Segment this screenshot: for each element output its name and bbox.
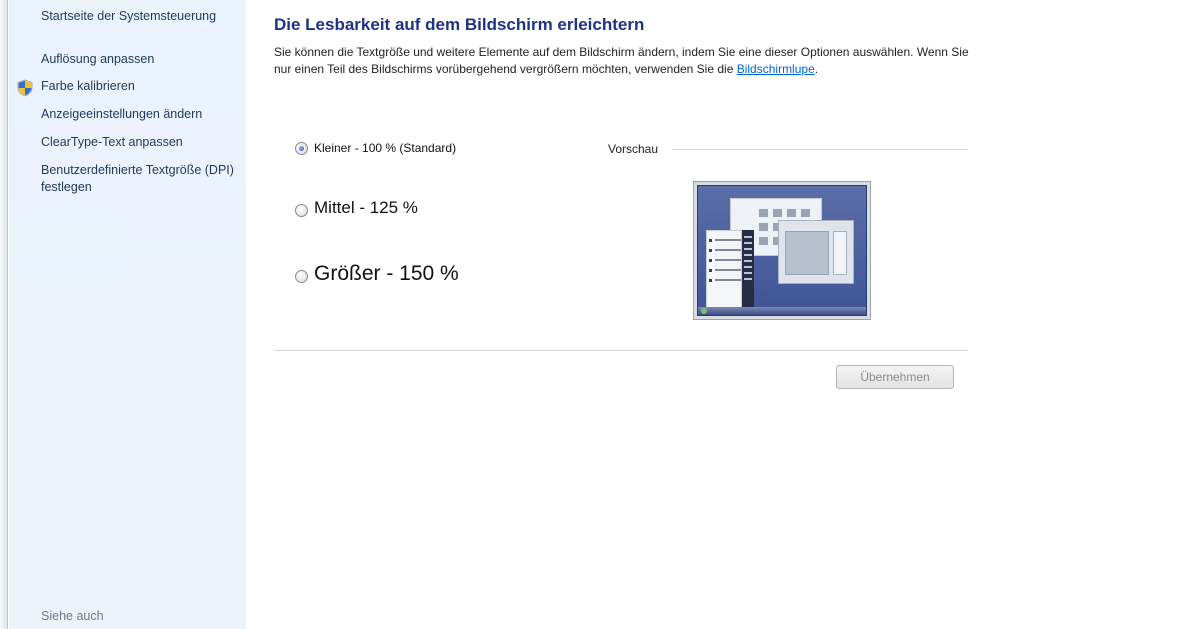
option-small[interactable]: Kleiner - 100 % (Standard): [295, 141, 456, 155]
page-description: Sie können die Textgröße und weitere Ele…: [274, 44, 974, 78]
option-small-label: Kleiner - 100 % (Standard): [314, 141, 457, 155]
preview-label: Vorschau: [608, 142, 659, 156]
description-text: Sie können die Textgröße und weitere Ele…: [274, 45, 969, 76]
preview-image: [693, 181, 871, 320]
radio-large[interactable]: [295, 269, 308, 283]
preview-taskbar: [698, 307, 866, 315]
sidebar-home-link[interactable]: Startseite der Systemsteuerung: [41, 8, 216, 25]
sidebar-item-custom-dpi[interactable]: Benutzerdefinierte Textgröße (DPI) festl…: [41, 162, 236, 196]
sidebar-item-display-settings[interactable]: Anzeigeeinstellungen ändern: [41, 106, 202, 123]
preview-desktop: [697, 185, 867, 316]
main-content: Die Lesbarkeit auf dem Bildschirm erleic…: [246, 0, 1200, 629]
preview-start-orb-icon: [701, 308, 707, 314]
description-end: .: [814, 62, 819, 76]
preview-window-front: [778, 220, 854, 284]
window-frame-left: [0, 0, 8, 629]
preview-menu-strip: [742, 230, 754, 308]
content-divider: [274, 350, 968, 351]
option-large-label: Größer - 150 %: [314, 262, 459, 285]
option-medium[interactable]: Mittel - 125 %: [295, 198, 418, 218]
option-medium-label: Mittel - 125 %: [314, 198, 418, 217]
preview-start-menu: [706, 230, 742, 308]
option-large[interactable]: Größer - 150 %: [295, 262, 459, 286]
see-also-heading: Siehe auch: [41, 609, 104, 623]
preview-divider: [672, 149, 968, 150]
magnifier-link[interactable]: Bildschirmlupe: [737, 62, 815, 76]
radio-medium[interactable]: [295, 203, 308, 217]
page-title: Die Lesbarkeit auf dem Bildschirm erleic…: [274, 15, 645, 34]
sidebar-item-resolution[interactable]: Auflösung anpassen: [41, 51, 154, 68]
sidebar-item-calibrate-color[interactable]: Farbe kalibrieren: [41, 78, 135, 95]
sidebar-item-cleartype[interactable]: ClearType-Text anpassen: [41, 134, 183, 151]
radio-small[interactable]: [295, 141, 308, 155]
uac-shield-icon: [16, 79, 34, 97]
apply-button[interactable]: Übernehmen: [836, 365, 954, 389]
sidebar: Startseite der Systemsteuerung Auflösung…: [9, 0, 246, 629]
